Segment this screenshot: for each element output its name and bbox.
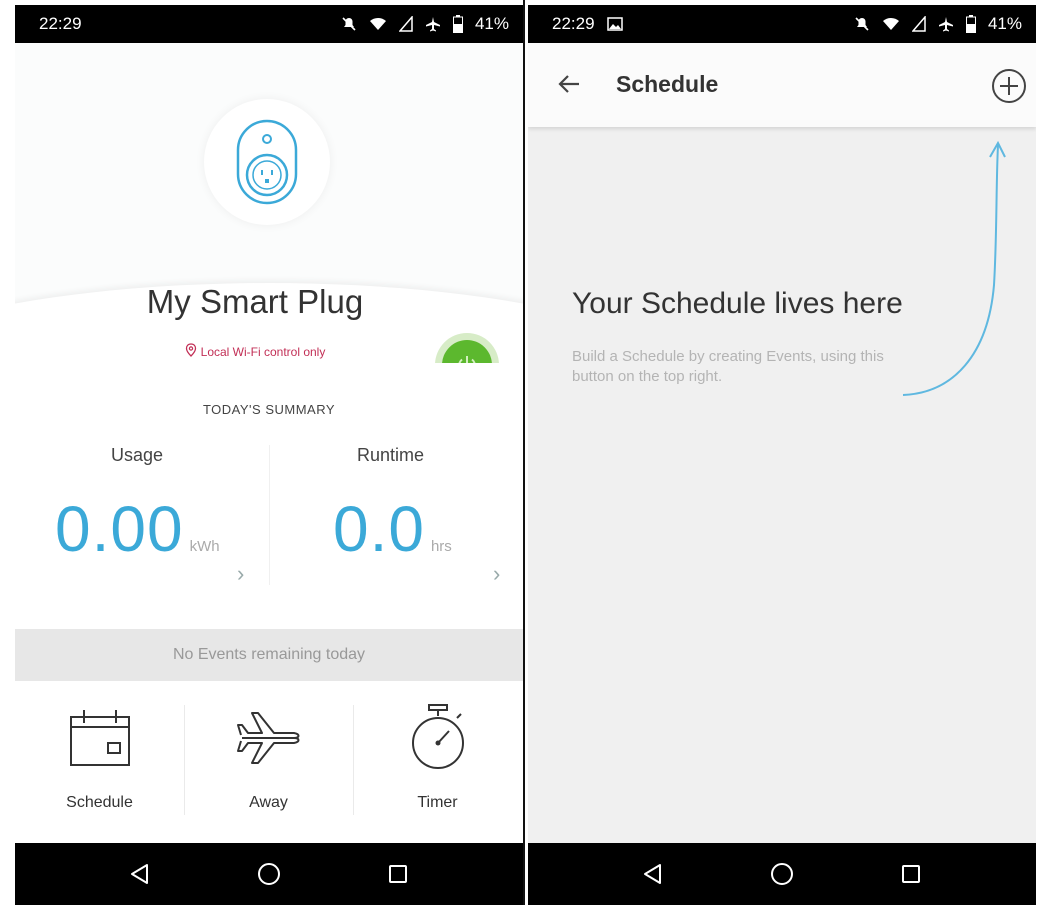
no-sim-icon	[398, 16, 413, 32]
page-title: Schedule	[616, 71, 719, 97]
screenshot-divider	[523, 0, 525, 905]
wifi-icon	[882, 16, 900, 32]
back-triangle-icon[interactable]	[633, 854, 673, 894]
schedule-action-button[interactable]: Schedule	[15, 681, 184, 843]
connection-note-text: Local Wi-Fi control only	[200, 344, 326, 359]
usage-label: Usage	[111, 445, 164, 465]
battery-icon	[965, 15, 976, 33]
status-bar: 22:29 41%	[15, 5, 523, 43]
stopwatch-icon	[353, 703, 522, 773]
recents-square-icon[interactable]	[891, 854, 931, 894]
add-event-button[interactable]	[990, 67, 1028, 105]
smart-plug-icon	[236, 119, 298, 205]
back-triangle-icon[interactable]	[120, 854, 160, 894]
quick-actions: Schedule Away Timer	[15, 681, 523, 843]
device-screen: 22:29 41% My Smart Plug Local Wi-Fi cont…	[15, 5, 523, 905]
recents-square-icon[interactable]	[378, 854, 418, 894]
timer-action-button[interactable]: Timer	[353, 681, 522, 843]
image-notification-icon	[606, 17, 623, 31]
hint-arrow-icon	[902, 140, 1006, 396]
status-time: 22:29	[39, 14, 82, 33]
battery-percent: 41%	[474, 14, 509, 33]
app-bar: Schedule	[528, 43, 1036, 127]
device-image	[204, 99, 330, 225]
device-name[interactable]: My Smart Plug	[15, 283, 495, 321]
airplane-mode-icon	[938, 16, 954, 32]
events-status-bar: No Events remaining today	[15, 629, 523, 681]
away-action-label: Away	[249, 794, 288, 811]
empty-state-description: Build a Schedule by creating Events, usi…	[572, 348, 884, 385]
usage-value[interactable]: 0.00 kWh	[55, 492, 220, 566]
summary-title: TODAY'S SUMMARY	[202, 402, 336, 417]
runtime-value[interactable]: 0.0 hrs	[333, 492, 452, 566]
system-nav-bar	[15, 843, 523, 905]
home-circle-icon[interactable]	[249, 854, 289, 894]
airplane-icon	[184, 703, 353, 773]
back-arrow-icon[interactable]	[556, 71, 582, 97]
usage-number: 0.00	[55, 493, 184, 565]
system-nav-bar	[528, 843, 1036, 905]
home-circle-icon[interactable]	[762, 854, 802, 894]
connection-note: Local Wi-Fi control only	[15, 343, 495, 360]
status-bar: 22:29 41%	[528, 5, 1036, 43]
usage-unit: kWh	[189, 538, 220, 555]
runtime-number: 0.0	[333, 493, 425, 565]
location-pin-icon	[185, 343, 197, 360]
runtime-label: Runtime	[357, 445, 425, 465]
schedule-action-label: Schedule	[66, 794, 133, 811]
runtime-unit: hrs	[430, 538, 452, 555]
away-action-button[interactable]: Away	[184, 681, 353, 843]
device-header: My Smart Plug Local Wi-Fi control only	[15, 43, 523, 363]
mute-icon	[854, 16, 870, 32]
mute-icon	[341, 16, 357, 32]
battery-percent: 41%	[987, 14, 1022, 33]
no-sim-icon	[911, 16, 926, 32]
timer-action-label: Timer	[417, 794, 458, 811]
status-time: 22:29	[552, 14, 595, 33]
runtime-chevron-icon[interactable]: ›	[493, 561, 500, 587]
calendar-icon	[15, 703, 184, 773]
wifi-icon	[369, 16, 387, 32]
usage-chevron-icon[interactable]: ›	[237, 561, 244, 587]
plus-circle-icon	[992, 69, 1026, 103]
battery-icon	[452, 15, 463, 33]
schedule-screen: 22:29 41% Schedule Your Schedule lives h…	[528, 5, 1036, 905]
airplane-mode-icon	[425, 16, 441, 32]
empty-state-title: Your Schedule lives here	[572, 287, 903, 320]
power-icon	[458, 356, 476, 363]
